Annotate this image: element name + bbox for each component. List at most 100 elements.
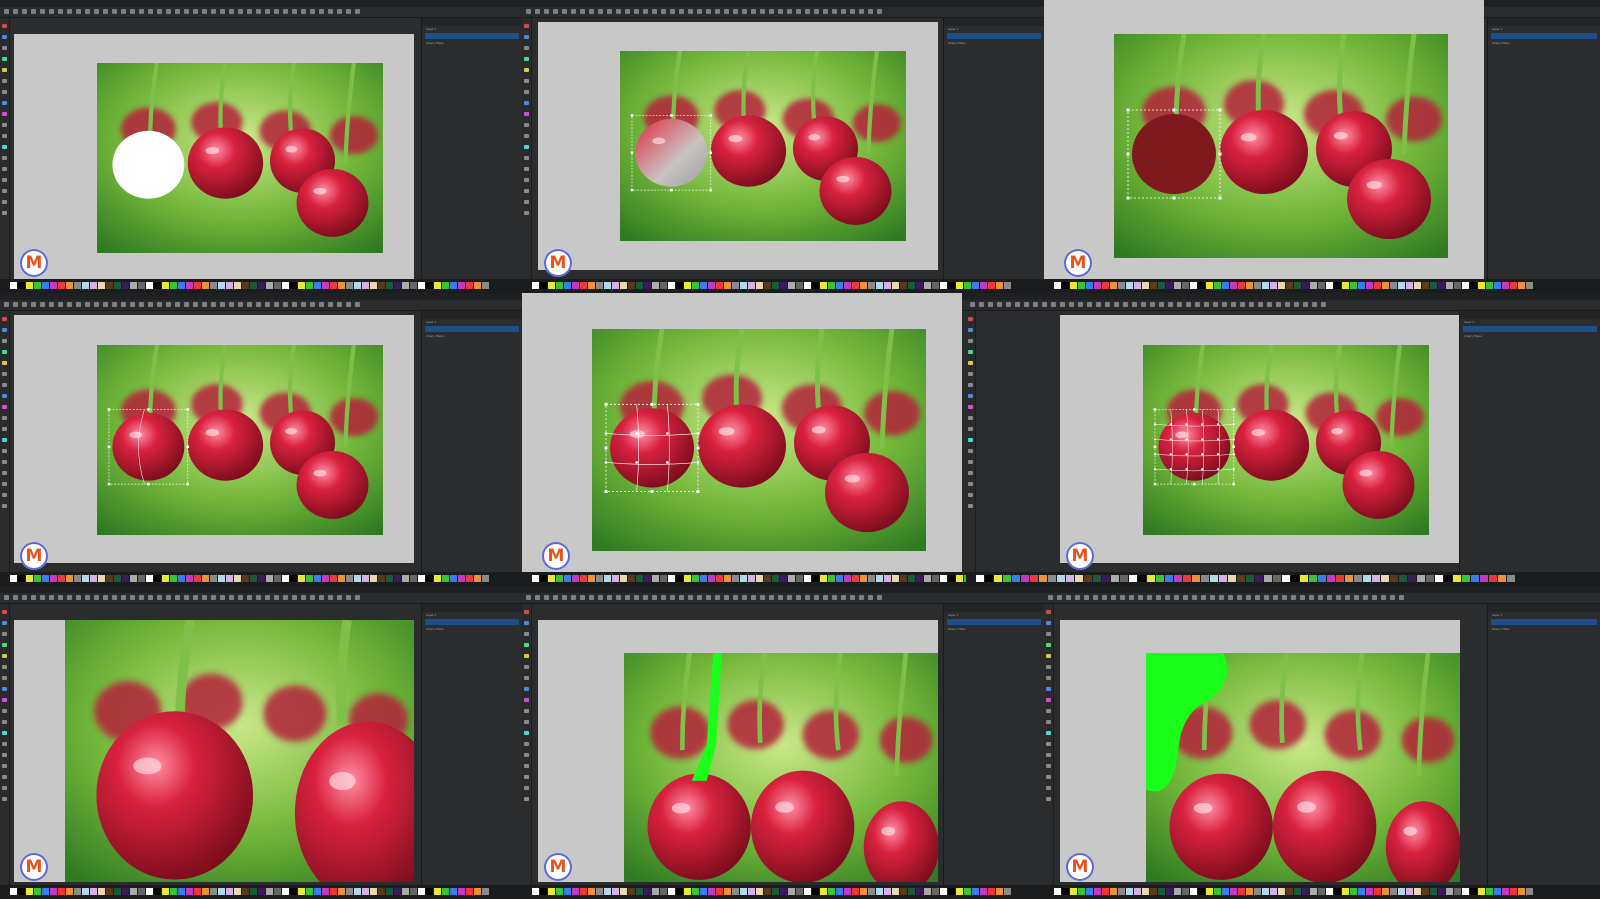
toolbar-icon[interactable] [292, 9, 297, 14]
color-swatch[interactable] [1174, 888, 1181, 895]
color-swatch[interactable] [1462, 888, 1469, 895]
color-swatch[interactable] [772, 888, 779, 895]
color-swatch[interactable] [434, 888, 441, 895]
color-swatch[interactable] [370, 282, 377, 289]
toolbar-icon[interactable] [733, 9, 738, 14]
color-swatch[interactable] [1526, 888, 1533, 895]
color-swatch[interactable] [988, 282, 995, 289]
color-swatch[interactable] [1062, 888, 1069, 895]
selected-path-row[interactable] [425, 619, 519, 625]
toolbar-icon[interactable] [580, 595, 585, 600]
color-swatch[interactable] [266, 888, 273, 895]
color-swatch[interactable] [178, 575, 185, 582]
color-swatch[interactable] [588, 282, 595, 289]
toolbar-icon[interactable] [76, 302, 81, 307]
toolbar-icon[interactable] [661, 9, 666, 14]
color-swatch[interactable] [442, 282, 449, 289]
cherry-photo[interactable] [624, 653, 938, 882]
color-swatch[interactable] [636, 282, 643, 289]
toolbar-icon[interactable] [238, 302, 243, 307]
color-swatch[interactable] [796, 282, 803, 289]
tool-icon[interactable] [524, 654, 529, 658]
color-swatch[interactable] [74, 888, 81, 895]
toolbar-icon[interactable] [526, 9, 531, 14]
menu-bar[interactable] [0, 0, 522, 7]
color-swatch[interactable] [1062, 282, 1069, 289]
toolbar-icon[interactable] [175, 9, 180, 14]
color-swatch[interactable] [548, 888, 555, 895]
toolbar-icon[interactable] [589, 9, 594, 14]
color-swatch[interactable] [1310, 282, 1317, 289]
tool-icon[interactable] [2, 361, 7, 365]
color-swatch[interactable] [162, 575, 169, 582]
toolbar-icon[interactable] [634, 9, 639, 14]
toolbar-icon[interactable] [1390, 595, 1395, 600]
toolbar-icon[interactable] [1303, 302, 1308, 307]
toolbar-icon[interactable] [1174, 595, 1179, 600]
color-swatch[interactable] [932, 575, 939, 582]
color-swatch[interactable] [1255, 575, 1263, 582]
color-swatch[interactable] [330, 282, 337, 289]
color-swatch[interactable] [532, 575, 539, 582]
tool-icon[interactable] [2, 471, 7, 475]
selected-path-row[interactable] [425, 326, 519, 332]
color-swatch[interactable] [1470, 282, 1477, 289]
color-swatch[interactable] [740, 575, 747, 582]
tool-icon[interactable] [2, 394, 7, 398]
toolbar-icon[interactable] [796, 595, 801, 600]
color-swatch[interactable] [985, 575, 993, 582]
toolbar-icon[interactable] [22, 302, 27, 307]
color-swatch[interactable] [330, 575, 337, 582]
toolbar-icon[interactable] [841, 9, 846, 14]
tool-icon[interactable] [1046, 632, 1051, 636]
color-swatch[interactable] [1390, 575, 1398, 582]
color-swatch[interactable] [1291, 575, 1299, 582]
color-swatch[interactable] [652, 575, 659, 582]
menu-bar[interactable] [522, 586, 1044, 593]
color-swatch[interactable] [780, 282, 787, 289]
color-swatch[interactable] [564, 282, 571, 289]
color-swatch[interactable] [130, 575, 137, 582]
color-swatch[interactable] [186, 888, 193, 895]
color-swatch[interactable] [234, 575, 241, 582]
tool-icon[interactable] [524, 134, 529, 138]
toolbar-icon[interactable] [202, 9, 207, 14]
toolbar-icon[interactable] [166, 302, 171, 307]
cherry-photo[interactable] [1143, 345, 1429, 535]
color-swatch[interactable] [1390, 888, 1397, 895]
color-swatch[interactable] [788, 575, 795, 582]
toolbar-icon[interactable] [1102, 595, 1107, 600]
tool-icon[interactable] [524, 621, 529, 625]
toolbar-icon[interactable] [697, 595, 702, 600]
tool-icon[interactable] [2, 742, 7, 746]
color-swatch[interactable] [548, 575, 555, 582]
color-swatch[interactable] [1478, 282, 1485, 289]
tool-icon[interactable] [2, 68, 7, 72]
toolbar-icon[interactable] [85, 595, 90, 600]
menu-bar[interactable] [0, 586, 522, 593]
color-swatch[interactable] [1302, 888, 1309, 895]
toolbar-icon[interactable] [1024, 302, 1029, 307]
tool-icon[interactable] [524, 46, 529, 50]
toolbar-icon[interactable] [1381, 595, 1386, 600]
toolbar-icon[interactable] [553, 595, 558, 600]
color-swatch[interactable] [1326, 282, 1333, 289]
tool-icon[interactable] [2, 145, 7, 149]
color-swatch[interactable] [474, 282, 481, 289]
color-swatch[interactable] [1165, 575, 1173, 582]
tool-icon[interactable] [524, 764, 529, 768]
color-swatch[interactable] [1206, 282, 1213, 289]
color-swatch[interactable] [1075, 575, 1083, 582]
panel-tabs[interactable] [422, 604, 522, 612]
color-swatch[interactable] [900, 888, 907, 895]
color-swatch[interactable] [258, 575, 265, 582]
toolbar-icon[interactable] [832, 595, 837, 600]
toolbar-icon[interactable] [796, 9, 801, 14]
color-swatch[interactable] [828, 575, 835, 582]
color-swatch[interactable] [1102, 888, 1109, 895]
toolbar-icon[interactable] [274, 9, 279, 14]
toolbar-icon[interactable] [121, 595, 126, 600]
color-swatch[interactable] [644, 888, 651, 895]
color-swatch[interactable] [908, 575, 915, 582]
toolbar-icon[interactable] [643, 595, 648, 600]
